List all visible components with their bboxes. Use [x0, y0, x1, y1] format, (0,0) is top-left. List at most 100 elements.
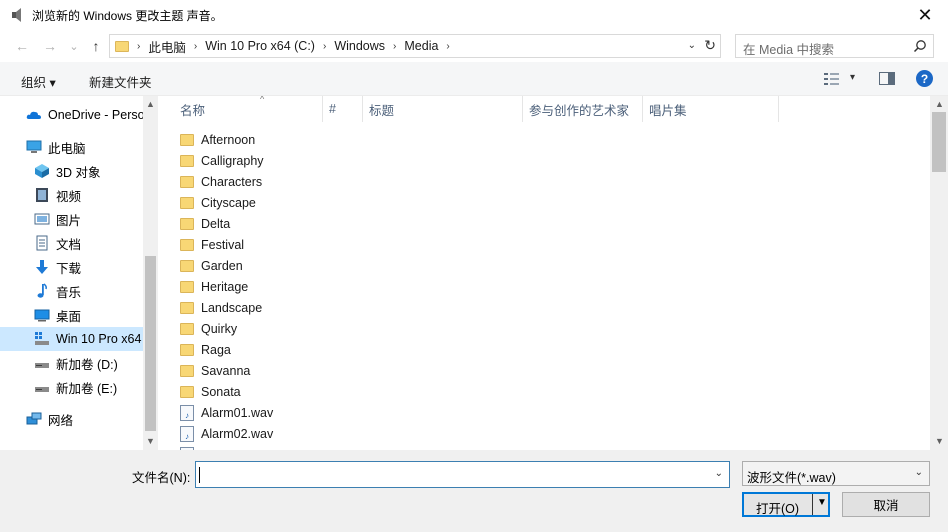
- breadcrumb-media[interactable]: Media: [404, 39, 438, 53]
- file-list-scrollbar[interactable]: ▲ ▼: [930, 96, 948, 450]
- cancel-button-label: 取消: [873, 499, 899, 513]
- scroll-down-icon[interactable]: ▼: [146, 436, 155, 446]
- list-item[interactable]: Heritage: [180, 276, 248, 297]
- nav-item-label: 此电脑: [48, 141, 86, 156]
- list-item[interactable]: Cityscape: [180, 192, 256, 213]
- nav-item-label: OneDrive - Perso: [48, 108, 143, 122]
- column-header-artists[interactable]: 参与创作的艺术家: [523, 96, 643, 122]
- address-dropdown-icon[interactable]: ⌄: [688, 40, 696, 51]
- title-bar: 浏览新的 Windows 更改主题 声音。 ✕: [0, 0, 948, 30]
- breadcrumb-separator[interactable]: ›: [446, 41, 449, 52]
- text-caret: [199, 467, 200, 483]
- breadcrumb-separator[interactable]: ›: [323, 41, 326, 52]
- nav-item-drive-c[interactable]: Win 10 Pro x64: [0, 327, 143, 351]
- scrollbar-thumb[interactable]: [145, 256, 156, 431]
- refresh-icon[interactable]: ↻: [704, 37, 716, 54]
- network-icon: [26, 412, 42, 425]
- nav-item-desktop[interactable]: 桌面: [0, 303, 143, 327]
- folder-icon: [180, 133, 194, 146]
- breadcrumb-drive-c[interactable]: Win 10 Pro x64 (C:): [205, 39, 315, 53]
- scrollbar-thumb[interactable]: [932, 112, 946, 172]
- column-header-title[interactable]: 标题: [363, 96, 523, 122]
- filename-dropdown-icon[interactable]: ⌄: [715, 468, 723, 479]
- open-button[interactable]: 打开(O) ▼: [742, 492, 830, 517]
- column-header-name[interactable]: 名称 ^: [174, 96, 323, 122]
- breadcrumb-separator[interactable]: ›: [393, 41, 396, 52]
- list-item[interactable]: ♪ Alarm01.wav: [180, 402, 273, 423]
- search-box[interactable]: 在 Media 中搜索: [735, 34, 934, 58]
- help-icon[interactable]: ?: [916, 70, 933, 87]
- preview-pane-icon[interactable]: [879, 72, 895, 85]
- folder-icon: [180, 217, 194, 230]
- navigation-pane-scrollbar[interactable]: ▲ ▼: [143, 96, 158, 450]
- audio-file-icon: ♪: [180, 425, 194, 442]
- video-icon: [36, 188, 48, 202]
- column-header-label: #: [329, 102, 336, 116]
- nav-item-downloads[interactable]: 下载: [0, 255, 143, 279]
- breadcrumb-separator[interactable]: ›: [194, 41, 197, 52]
- column-header-number[interactable]: #: [323, 96, 363, 122]
- list-item[interactable]: Afternoon: [180, 129, 255, 150]
- column-header-album[interactable]: 唱片集: [643, 96, 779, 122]
- list-item[interactable]: Calligraphy: [180, 150, 264, 171]
- organize-menu[interactable]: 组织 ▾: [21, 72, 56, 91]
- item-name: Landscape: [201, 300, 263, 315]
- file-type-value: 波形文件(*.wav): [747, 471, 836, 485]
- breadcrumb-this-pc[interactable]: 此电脑: [148, 37, 186, 56]
- address-bar[interactable]: › 此电脑 › Win 10 Pro x64 (C:) › Windows › …: [109, 34, 721, 58]
- nav-item-videos[interactable]: 视频: [0, 183, 143, 207]
- scroll-up-icon[interactable]: ▲: [935, 99, 944, 109]
- list-item[interactable]: Quirky: [180, 318, 237, 339]
- list-item[interactable]: Sonata: [180, 381, 241, 402]
- nav-item-pictures[interactable]: 图片: [0, 207, 143, 231]
- list-item[interactable]: Raga: [180, 339, 231, 360]
- list-item[interactable]: Festival: [180, 234, 244, 255]
- nav-item-music[interactable]: 音乐: [0, 279, 143, 303]
- up-button[interactable]: ↑: [86, 36, 106, 56]
- nav-item-onedrive[interactable]: OneDrive - Perso: [0, 103, 143, 127]
- item-name: Heritage: [201, 279, 249, 294]
- search-input[interactable]: 在 Media 中搜索: [743, 39, 834, 58]
- back-arrow-icon: ←: [15, 38, 29, 54]
- nav-item-3d-objects[interactable]: 3D 对象: [0, 159, 143, 183]
- list-item[interactable]: Delta: [180, 213, 230, 234]
- forward-button[interactable]: →: [40, 36, 60, 56]
- file-type-select[interactable]: 波形文件(*.wav) ⌄: [742, 461, 930, 486]
- nav-item-label: 新加卷 (E:): [56, 381, 118, 396]
- search-icon[interactable]: [913, 39, 927, 53]
- split-divider: [812, 494, 813, 515]
- open-options-dropdown-icon[interactable]: ▼: [817, 497, 827, 508]
- list-item[interactable]: Garden: [180, 255, 243, 276]
- nav-item-label: 文档: [56, 237, 82, 252]
- list-item[interactable]: Landscape: [180, 297, 262, 318]
- folder-icon: [180, 364, 194, 377]
- nav-item-drive-e[interactable]: 新加卷 (E:): [0, 375, 143, 399]
- cube-3d-icon: [35, 164, 49, 178]
- nav-item-this-pc[interactable]: 此电脑: [0, 135, 143, 159]
- drive-icon: [35, 387, 49, 392]
- folder-icon: [180, 175, 194, 188]
- up-arrow-icon: ↑: [92, 38, 100, 54]
- list-item[interactable]: ♪ Alarm02.wav: [180, 423, 273, 444]
- cancel-button[interactable]: 取消: [842, 492, 930, 517]
- breadcrumb-windows[interactable]: Windows: [334, 39, 385, 53]
- nav-item-documents[interactable]: 文档: [0, 231, 143, 255]
- list-item[interactable]: Savanna: [180, 360, 250, 381]
- picture-icon: [34, 213, 50, 225]
- close-button[interactable]: ✕: [902, 0, 948, 30]
- filename-field[interactable]: ⌄: [195, 461, 730, 488]
- back-button[interactable]: ←: [12, 36, 32, 56]
- view-options-icon[interactable]: [824, 72, 840, 86]
- list-item[interactable]: Characters: [180, 171, 262, 192]
- recent-locations-button[interactable]: ⌄: [64, 36, 84, 56]
- nav-item-network[interactable]: 网络: [0, 407, 143, 431]
- nav-item-drive-d[interactable]: 新加卷 (D:): [0, 351, 143, 375]
- drive-icon: [35, 363, 49, 368]
- new-folder-button[interactable]: 新建文件夹: [89, 72, 152, 91]
- scroll-down-icon[interactable]: ▼: [935, 436, 944, 446]
- nav-item-label: 图片: [56, 213, 82, 228]
- nav-item-label: 音乐: [56, 285, 82, 300]
- view-dropdown-icon[interactable]: ▾: [850, 72, 855, 83]
- scroll-up-icon[interactable]: ▲: [146, 99, 155, 109]
- drive-c-icon: [35, 332, 49, 345]
